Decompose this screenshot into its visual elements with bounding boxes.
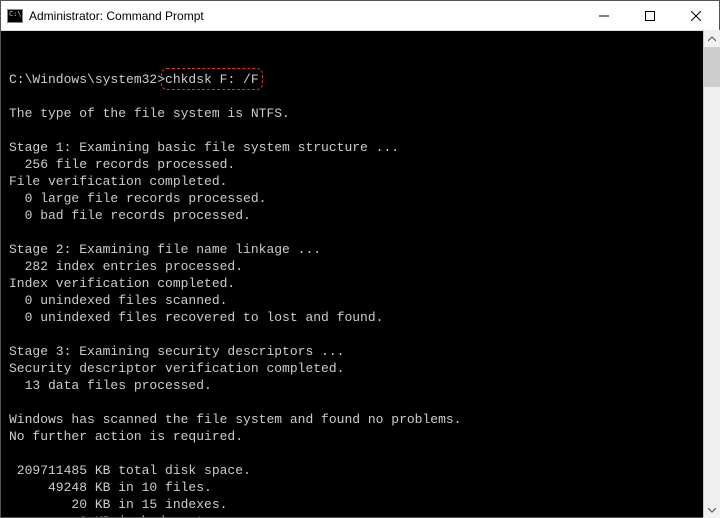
vertical-scrollbar[interactable]	[703, 30, 720, 518]
chevron-up-icon	[708, 35, 716, 43]
console-output[interactable]: C:\Windows\system32>chkdsk F: /F The typ…	[1, 31, 719, 517]
prompt-text: C:\Windows\system32>	[9, 71, 165, 88]
minimize-button[interactable]	[581, 1, 627, 30]
scroll-up-button[interactable]	[704, 30, 720, 47]
window-controls	[581, 1, 719, 30]
scroll-down-button[interactable]	[704, 501, 720, 518]
chevron-down-icon	[708, 506, 716, 514]
scroll-thumb[interactable]	[704, 47, 720, 87]
maximize-icon	[645, 11, 655, 21]
maximize-button[interactable]	[627, 1, 673, 30]
minimize-icon	[599, 11, 609, 21]
cmd-icon	[7, 9, 23, 23]
command-text: chkdsk F: /F	[165, 72, 259, 87]
close-icon	[691, 11, 701, 21]
titlebar[interactable]: Administrator: Command Prompt	[1, 1, 719, 31]
window-frame: Administrator: Command Prompt C:\Windows…	[0, 0, 720, 518]
window-title: Administrator: Command Prompt	[29, 9, 581, 23]
close-button[interactable]	[673, 1, 719, 30]
